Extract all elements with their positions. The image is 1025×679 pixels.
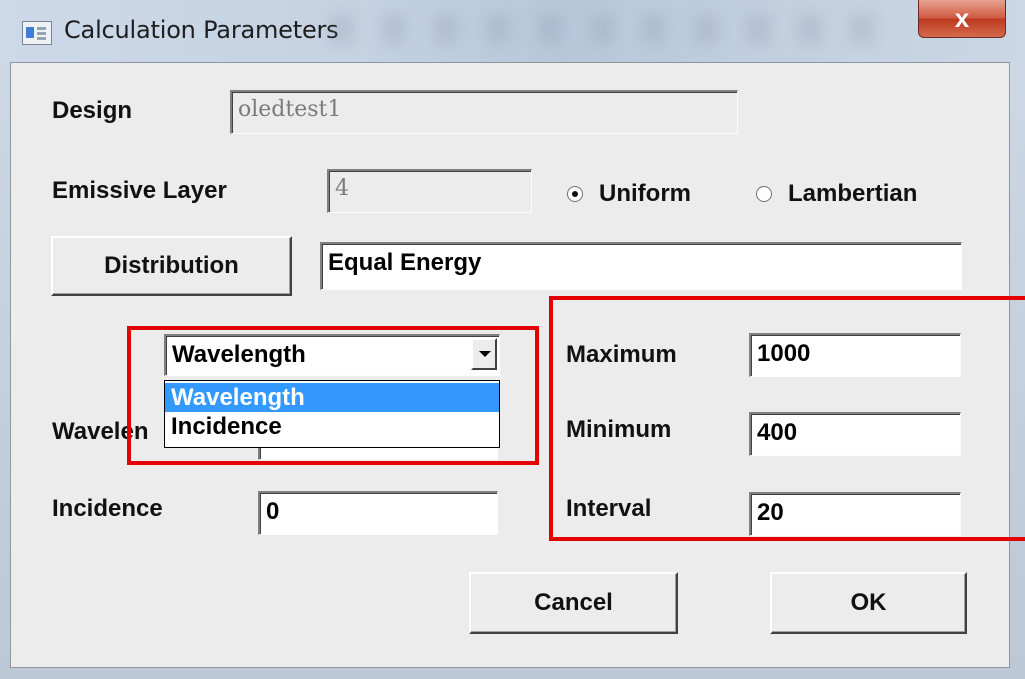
radio-unchecked-icon	[756, 186, 772, 202]
design-label: Design	[52, 97, 133, 124]
incidence-label: Incidence	[52, 495, 163, 522]
window-title: Calculation Parameters	[64, 16, 339, 44]
close-button[interactable]: x	[918, 0, 1006, 38]
design-field: oledtest1	[230, 90, 738, 134]
distribution-field[interactable]: Equal Energy	[320, 242, 962, 290]
lambertian-label: Lambertian	[788, 180, 918, 207]
dialog-window: Calculation Parameters x Design oledtest…	[0, 0, 1025, 679]
lambertian-radio[interactable]: Lambertian	[756, 180, 917, 208]
emissive-layer-label: Emissive Layer	[52, 177, 227, 204]
uniform-radio[interactable]: Uniform	[567, 180, 691, 208]
blurred-background	[330, 14, 890, 44]
app-window-icon	[22, 21, 52, 45]
uniform-label: Uniform	[599, 180, 691, 207]
title-bar[interactable]: Calculation Parameters x	[0, 0, 1025, 62]
ok-button[interactable]: OK	[770, 572, 967, 634]
incidence-field[interactable]: 0	[258, 491, 498, 535]
cancel-button[interactable]: Cancel	[469, 572, 678, 634]
highlight-box-range	[549, 296, 1025, 541]
highlight-box-sweep	[127, 326, 539, 465]
emissive-layer-field: 4	[327, 169, 532, 213]
radio-checked-icon	[567, 186, 583, 202]
distribution-button[interactable]: Distribution	[51, 236, 292, 296]
close-icon: x	[954, 3, 970, 33]
